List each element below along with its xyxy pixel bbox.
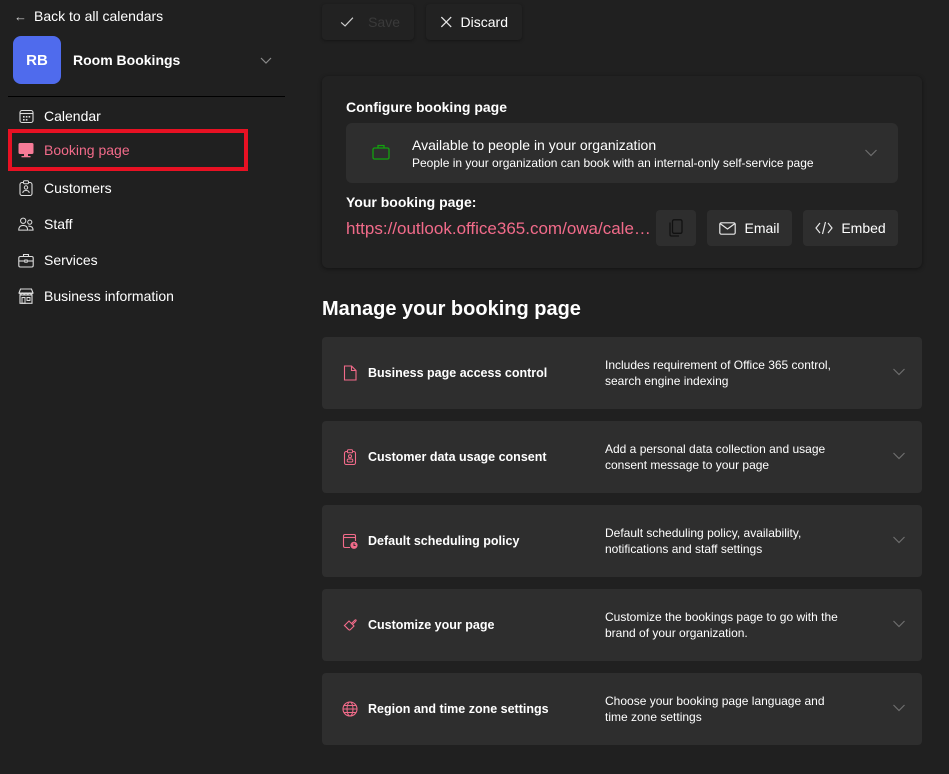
chevron-down-icon [893,368,905,376]
business-info-icon [18,288,34,304]
toolbar: Save Discard [322,4,522,40]
copy-link-button[interactable] [656,210,696,246]
booking-page-url[interactable]: https://outlook.office365.com/owa/calend… [346,219,656,239]
sidebar-item-label: Business information [44,288,174,304]
chevron-down-icon [260,57,272,64]
accordion-default-scheduling-policy[interactable]: Default scheduling policy Default schedu… [322,505,922,577]
calendar-icon [18,108,34,124]
calendar-selector[interactable]: RB Room Bookings [13,36,285,84]
accordion-title: Default scheduling policy [368,534,520,548]
accordion-title: Customize your page [368,618,495,632]
accordion-title: Region and time zone settings [368,702,549,716]
sidebar-item-booking-page[interactable]: Booking page [8,129,248,171]
calendar-clock-icon [342,533,358,549]
chevron-down-icon [865,149,877,157]
briefcase-icon [372,144,390,160]
copy-icon [669,219,683,237]
accordion-region-and-time-zone-settings[interactable]: Region and time zone settings Choose you… [322,673,922,745]
booking-page-icon [18,142,34,158]
sidebar-divider [8,96,285,97]
accordion-title: Business page access control [368,366,548,380]
accordion-business-page-access-control[interactable]: Business page access control Includes re… [322,337,922,409]
globe-icon [342,701,358,717]
paintbrush-icon [343,619,357,631]
sidebar-item-services[interactable]: Services [8,242,248,278]
accordion-description: Choose your booking page language and ti… [605,694,825,724]
sidebar-item-staff[interactable]: Staff [8,206,248,242]
save-label: Save [368,14,400,30]
close-icon [440,16,452,28]
document-icon [343,365,357,381]
availability-title: Available to people in your organization [412,137,657,153]
sidebar-item-business-information[interactable]: Business information [8,278,248,314]
back-to-calendars-link[interactable]: ← Back to all calendars [14,6,163,26]
sidebar-item-label: Booking page [44,142,130,158]
availability-dropdown[interactable]: Available to people in your organization… [346,123,898,183]
sidebar-item-label: Services [44,252,98,268]
services-icon [18,252,34,268]
manage-section-title: Manage your booking page [322,298,581,320]
badge-icon [343,449,357,465]
configure-booking-page-card: Configure booking page Available to peop… [322,76,922,268]
back-label: Back to all calendars [34,8,164,24]
sidebar: ← Back to all calendars RB Room Bookings… [0,0,300,774]
accordion-description: Includes requirement of Office 365 contr… [605,358,831,388]
discard-button[interactable]: Discard [426,4,522,40]
mail-icon [719,221,737,235]
sidebar-item-label: Calendar [44,108,101,124]
chevron-down-icon [893,620,905,628]
accordion-customize-your-page[interactable]: Customize your page Customize the bookin… [322,589,922,661]
calendar-name: Room Bookings [73,52,181,68]
accordion-description: Default scheduling policy, availability,… [605,526,802,556]
sidebar-item-label: Customers [44,180,112,196]
chevron-down-icon [893,452,905,460]
availability-subtitle: People in your organization can book wit… [412,156,814,170]
accordion-title: Customer data usage consent [368,450,547,464]
accordion-customer-data-usage-consent[interactable]: Customer data usage consent Add a person… [322,421,922,493]
email-label: Email [744,220,780,236]
accordion-description: Add a personal data collection and usage… [605,442,826,472]
save-button[interactable]: Save [322,4,414,40]
your-booking-page-label: Your booking page: [346,194,477,210]
customers-icon [18,180,34,196]
chevron-down-icon [893,536,905,544]
sidebar-item-customers[interactable]: Customers [8,170,248,206]
back-arrow-icon: ← [14,8,27,24]
checkmark-icon [340,17,354,27]
embed-button[interactable]: Embed [803,210,898,246]
avatar: RB [13,36,61,84]
email-button[interactable]: Email [707,210,792,246]
code-icon [815,221,834,235]
chevron-down-icon [893,704,905,712]
configure-title: Configure booking page [346,99,507,115]
accordion-description: Customize the bookings page to go with t… [605,610,838,640]
embed-label: Embed [841,220,886,236]
sidebar-item-label: Staff [44,216,73,232]
staff-icon [18,216,34,232]
discard-label: Discard [460,14,508,30]
